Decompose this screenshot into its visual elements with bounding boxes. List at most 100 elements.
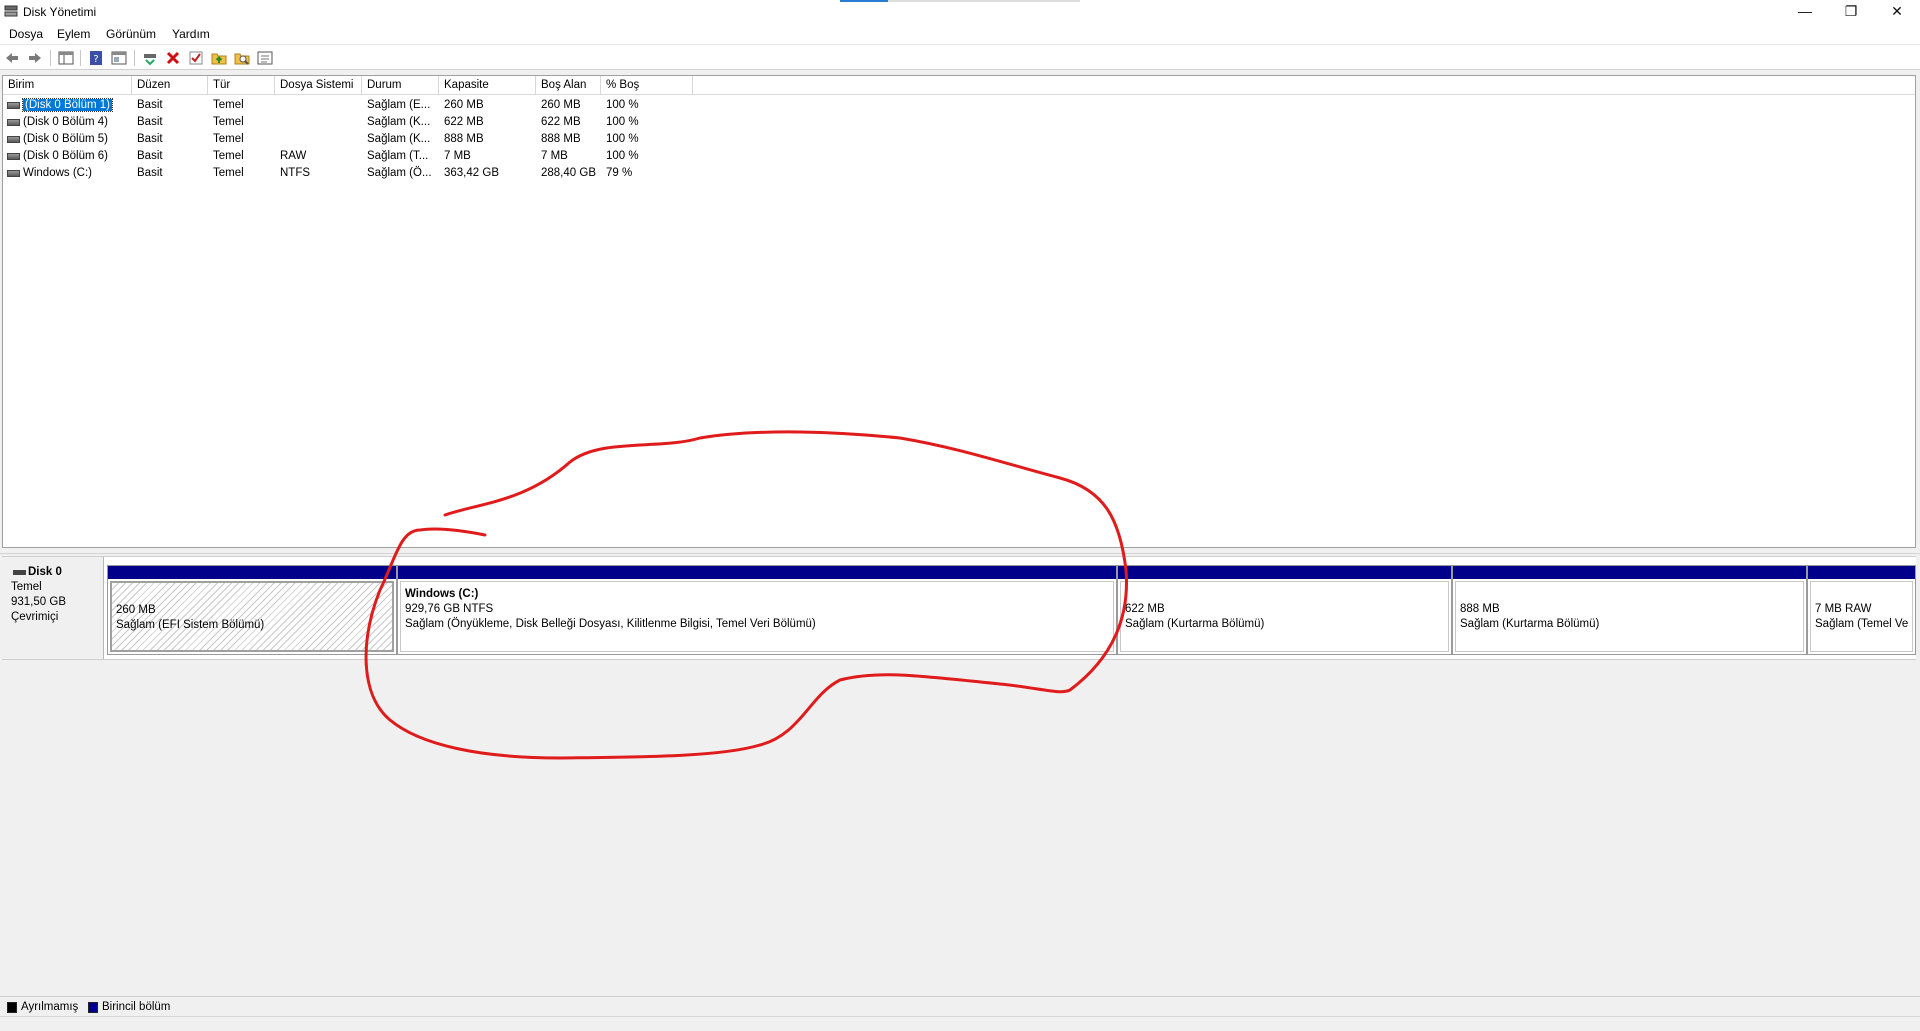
- column-header-percent-free[interactable]: % Boş: [601, 76, 693, 95]
- volume-layout: Basit: [137, 116, 163, 128]
- disk-state: Çevrimiçi: [11, 611, 59, 623]
- legend-label: Ayrılmamış: [21, 1001, 79, 1013]
- volume-row[interactable]: (Disk 0 Bölüm 6) Basit Temel RAW Sağlam …: [3, 148, 1915, 165]
- properties-icon[interactable]: [111, 50, 127, 66]
- column-header-capacity[interactable]: Kapasite: [439, 76, 536, 95]
- volume-row[interactable]: Windows (C:) Basit Temel NTFS Sağlam (Ö.…: [3, 165, 1915, 182]
- volume-free-space: 260 MB: [541, 99, 581, 111]
- pane-splitter[interactable]: [0, 548, 1920, 554]
- volume-name: (Disk 0 Bölüm 4): [23, 116, 108, 128]
- column-header-type[interactable]: Tür: [208, 76, 275, 95]
- partition-recovery-2[interactable]: 888 MB Sağlam (Kurtarma Bölümü): [1452, 565, 1807, 655]
- partition-efi[interactable]: 260 MB Sağlam (EFI Sistem Bölümü): [107, 565, 397, 655]
- window-title: Disk Yönetimi: [23, 5, 97, 19]
- column-header-filesystem[interactable]: Dosya Sistemi: [275, 76, 362, 95]
- column-header-volume[interactable]: Birim: [3, 76, 132, 95]
- volume-list[interactable]: Birim Düzen Tür Dosya Sistemi Durum Kapa…: [2, 75, 1916, 548]
- partition-raw[interactable]: 7 MB RAW Sağlam (Temel Ve: [1807, 565, 1916, 655]
- toolbar-separator: [134, 50, 135, 66]
- volume-percent-free: 100 %: [606, 150, 639, 162]
- disk-row[interactable]: Disk 0 Temel 931,50 GB Çevrimiçi 260 MB …: [2, 556, 1916, 660]
- volume-free-space: 622 MB: [541, 116, 581, 128]
- column-header-layout[interactable]: Düzen: [132, 76, 208, 95]
- restore-button[interactable]: ❐: [1828, 0, 1874, 24]
- volume-layout: Basit: [137, 133, 163, 145]
- volume-free-space: 288,40 GB: [541, 167, 596, 179]
- toolbar-separator: [80, 50, 81, 66]
- volume-type: Temel: [213, 99, 244, 111]
- volume-free-space: 7 MB: [541, 150, 568, 162]
- volume-row[interactable]: (Disk 0 Bölüm 5) Basit Temel Sağlam (K..…: [3, 131, 1915, 148]
- volume-row[interactable]: (Disk 0 Bölüm 4) Basit Temel Sağlam (K..…: [3, 114, 1915, 131]
- volume-capacity: 7 MB: [444, 150, 471, 162]
- disk-type: Temel: [11, 581, 42, 593]
- disk-info[interactable]: Disk 0 Temel 931,50 GB Çevrimiçi: [2, 557, 104, 659]
- partition-bar: [1118, 566, 1451, 579]
- delete-icon[interactable]: [165, 50, 181, 66]
- partition-bar: [1808, 566, 1915, 579]
- partition-size: 888 MB: [1460, 603, 1500, 615]
- search-folder-icon[interactable]: [234, 50, 250, 66]
- volume-layout: Basit: [137, 167, 163, 179]
- column-header-free-space[interactable]: Boş Alan: [536, 76, 601, 95]
- volume-status: Sağlam (Ö...: [367, 167, 432, 179]
- volume-name: Windows (C:): [23, 167, 93, 179]
- partition-size: 7 MB RAW: [1815, 603, 1872, 615]
- volume-name: (Disk 0 Bölüm 1): [22, 98, 113, 112]
- disk-management-icon: [4, 5, 18, 17]
- volume-layout: Basit: [137, 99, 163, 111]
- partition-status: Sağlam (EFI Sistem Bölümü): [116, 619, 265, 631]
- partition-body: 888 MB Sağlam (Kurtarma Bölümü): [1455, 581, 1804, 652]
- column-header-status[interactable]: Durum: [362, 76, 439, 95]
- volume-percent-free: 79 %: [606, 167, 633, 179]
- volume-percent-free: 100 %: [606, 133, 639, 145]
- volume-layout: Basit: [137, 150, 163, 162]
- partition-size: 929,76 GB NTFS: [405, 603, 494, 615]
- volume-status: Sağlam (K...: [367, 133, 431, 145]
- partition-size: 622 MB: [1125, 603, 1165, 615]
- volume-type: Temel: [213, 167, 244, 179]
- close-button[interactable]: ✕: [1874, 0, 1920, 24]
- toolbar-separator: [50, 50, 51, 66]
- toolbar: ?: [0, 44, 1920, 70]
- volume-row[interactable]: (Disk 0 Bölüm 1) Basit Temel Sağlam (E..…: [3, 97, 1915, 114]
- volume-filesystem: RAW: [280, 150, 307, 162]
- volume-capacity: 260 MB: [444, 99, 484, 111]
- partition-size: 260 MB: [116, 604, 156, 616]
- partition-windows-c[interactable]: Windows (C:) 929,76 GB NTFS Sağlam (Önyü…: [397, 565, 1117, 655]
- partition-body: 7 MB RAW Sağlam (Temel Ve: [1810, 581, 1913, 652]
- volume-status: Sağlam (E...: [367, 99, 431, 111]
- disk-name: Disk 0: [11, 565, 103, 580]
- status-bar: [0, 1016, 1920, 1031]
- view-icon[interactable]: [257, 50, 273, 66]
- volume-percent-free: 100 %: [606, 99, 639, 111]
- volume-filesystem: [275, 114, 362, 131]
- folder-up-icon[interactable]: [211, 50, 227, 66]
- partition-body: 260 MB Sağlam (EFI Sistem Bölümü): [110, 581, 394, 652]
- partition-recovery-1[interactable]: 622 MB Sağlam (Kurtarma Bölümü): [1117, 565, 1452, 655]
- volume-name: (Disk 0 Bölüm 6): [23, 150, 108, 162]
- back-arrow-icon[interactable]: [4, 50, 20, 66]
- legend-label: Birincil bölüm: [102, 1001, 171, 1013]
- help-icon[interactable]: ?: [88, 50, 104, 66]
- partition-bar: [1453, 566, 1806, 579]
- check-icon[interactable]: [188, 50, 204, 66]
- partition-status: Sağlam (Temel Ve: [1815, 618, 1909, 630]
- legend-swatch-primary: [88, 1002, 98, 1013]
- volume-percent-free: 100 %: [606, 116, 639, 128]
- disk-size: 931,50 GB: [11, 596, 66, 608]
- volume-capacity: 363,42 GB: [444, 167, 499, 179]
- legend-primary-partition: Birincil bölüm: [88, 1001, 170, 1013]
- menu-help[interactable]: Yardım: [172, 27, 210, 41]
- console-tree-icon[interactable]: [58, 50, 74, 66]
- minimize-button[interactable]: —: [1782, 0, 1828, 24]
- menu-file[interactable]: Dosya: [9, 27, 43, 41]
- menu-view[interactable]: Görünüm: [106, 27, 156, 41]
- menu-action[interactable]: Eylem: [57, 27, 90, 41]
- partition-bar: [398, 566, 1116, 579]
- connect-icon[interactable]: [142, 50, 158, 66]
- title-bar: Disk Yönetimi — ❐ ✕: [0, 0, 1920, 24]
- forward-arrow-icon[interactable]: [27, 50, 43, 66]
- volume-status: Sağlam (T...: [367, 150, 429, 162]
- svg-text:?: ?: [93, 54, 98, 65]
